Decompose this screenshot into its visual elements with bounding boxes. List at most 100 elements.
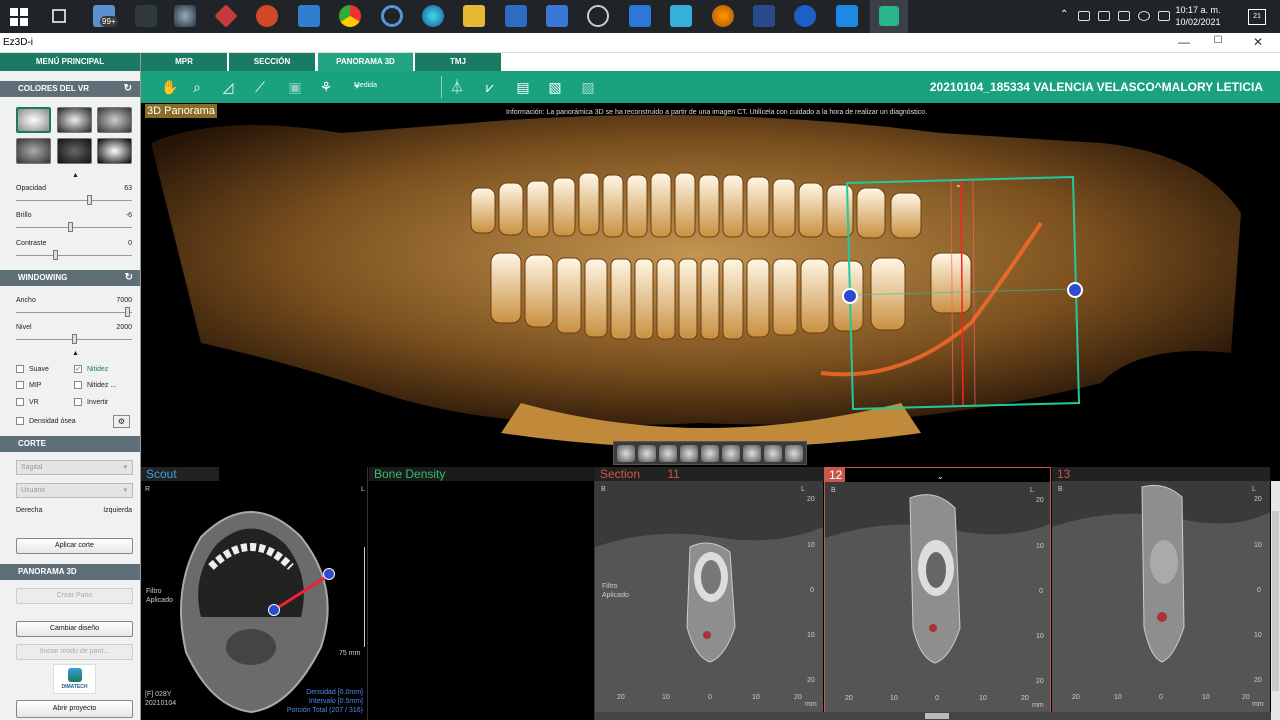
- polyline-icon[interactable]: ⟋: [251, 78, 269, 96]
- edge-icon[interactable]: [422, 5, 444, 27]
- gear-icon[interactable]: ⚙: [113, 415, 130, 428]
- bone-density-checkbox[interactable]: Densidad ósea: [16, 417, 76, 425]
- app-icon[interactable]: [753, 5, 775, 27]
- ez3d-taskbar-button[interactable]: [870, 0, 908, 33]
- app-icon[interactable]: [629, 5, 651, 27]
- vr-preset-dark[interactable]: [57, 138, 92, 164]
- powerpoint-icon[interactable]: [256, 5, 278, 27]
- strip-preset[interactable]: [617, 445, 635, 462]
- bone-density-view[interactable]: Bone Density: [369, 467, 595, 720]
- pan-hand-icon[interactable]: ✋: [161, 78, 179, 96]
- image-icon[interactable]: ▤: [514, 78, 532, 96]
- scrollbar-thumb[interactable]: [925, 713, 949, 719]
- notification-center-icon[interactable]: 21: [1248, 9, 1266, 25]
- user-select[interactable]: Usuario ▾: [16, 483, 133, 498]
- cube-icon[interactable]: ▨: [579, 78, 597, 96]
- strip-preset[interactable]: [701, 445, 719, 462]
- strip-preset[interactable]: [743, 445, 761, 462]
- suave-checkbox[interactable]: Suave: [16, 365, 49, 373]
- network-icon[interactable]: [1118, 11, 1130, 21]
- tab-seccion[interactable]: SECCIÓN: [229, 53, 316, 71]
- app-icon[interactable]: [214, 4, 238, 28]
- clock[interactable]: 10:17 a. m. 10/02/2021: [1168, 4, 1228, 28]
- opacity-slider[interactable]: [16, 200, 132, 201]
- refresh-icon[interactable]: ↻: [124, 81, 132, 97]
- windows-start-icon[interactable]: [10, 8, 28, 26]
- vr-preset-bone[interactable]: [57, 107, 92, 133]
- close-button[interactable]: ✕: [1248, 35, 1268, 49]
- create-pano-button[interactable]: Crear Pano: [16, 588, 133, 604]
- refresh-icon[interactable]: ↻: [125, 270, 133, 286]
- app-icon[interactable]: [546, 5, 568, 27]
- open-project-button[interactable]: Abrir proyecto: [16, 700, 133, 718]
- vr-preset-contrast[interactable]: [97, 138, 132, 164]
- zoom-icon[interactable]: ⌕: [188, 78, 206, 96]
- scout-handle-icon[interactable]: [323, 568, 335, 580]
- vr-preset-tissue[interactable]: [16, 138, 51, 164]
- vr-checkbox[interactable]: VR: [16, 398, 39, 406]
- apply-cut-button[interactable]: Aplicar corte: [16, 538, 133, 554]
- main-menu-button[interactable]: MENÚ PRINCIPAL: [0, 53, 140, 71]
- nitidez-checkbox[interactable]: ✓ Nitidez: [74, 365, 108, 373]
- rotate-handle-left-icon[interactable]: [842, 288, 858, 304]
- collapse-arrow-icon[interactable]: ▲: [72, 350, 79, 357]
- task-view-icon[interactable]: [50, 5, 68, 27]
- section-panel-11[interactable]: B L Filtro Aplicado 20 10 0 10 20 20 10 …: [595, 467, 823, 720]
- fullscreen-mode-button[interactable]: Iniciar modo de pant...: [16, 644, 133, 660]
- screenshot-icon[interactable]: ▧: [546, 78, 564, 96]
- plane-select[interactable]: Sagital ▾: [16, 460, 133, 475]
- opacity-slider-thumb[interactable]: [87, 195, 92, 205]
- strip-preset[interactable]: [659, 445, 677, 462]
- store-icon[interactable]: [298, 5, 320, 27]
- app-icon[interactable]: [794, 5, 816, 27]
- collapse-arrow-icon[interactable]: ▲: [72, 172, 79, 179]
- blender-icon[interactable]: [712, 5, 734, 27]
- section-panel-12[interactable]: 12 ⌄ B L 20 10 0 10 20 20 10 0 10 20 mm: [824, 467, 1051, 720]
- strip-preset[interactable]: [638, 445, 656, 462]
- nitidez-plus-checkbox[interactable]: Nitidez ...: [74, 381, 116, 389]
- strip-preset[interactable]: [680, 445, 698, 462]
- camera-icon[interactable]: ▣: [286, 78, 304, 96]
- width-slider-thumb[interactable]: [125, 307, 130, 317]
- chevron-up-icon[interactable]: ⌃: [1060, 9, 1068, 20]
- tray-icon[interactable]: [1078, 11, 1090, 21]
- contrast-slider[interactable]: [16, 255, 132, 256]
- section-panel-13[interactable]: 13 B L 20 10 0 10 20 20 10 0 10 20 mm: [1052, 467, 1270, 720]
- width-slider[interactable]: [16, 312, 132, 313]
- app-icon[interactable]: [174, 5, 196, 27]
- double-chevron-down-icon[interactable]: ⌄: [955, 180, 962, 189]
- panorama-3d-viewer[interactable]: ⌄ 3D Panorama Información: La panorámica…: [141, 103, 1280, 467]
- level-slider-thumb[interactable]: [72, 334, 77, 344]
- vr-preset-skin[interactable]: [16, 107, 51, 133]
- invertir-checkbox[interactable]: Invertir: [74, 398, 108, 406]
- brightness-slider[interactable]: [16, 227, 132, 228]
- app-icon[interactable]: [587, 5, 609, 27]
- change-layout-button[interactable]: Cambiar diseño: [16, 621, 133, 637]
- strip-preset[interactable]: [785, 445, 803, 462]
- battery-icon[interactable]: [1098, 11, 1110, 21]
- chrome-icon[interactable]: [339, 5, 361, 27]
- app-icon[interactable]: [135, 5, 157, 27]
- measure-dropdown[interactable]: Medida: [354, 82, 377, 89]
- word-icon[interactable]: [505, 5, 527, 27]
- app-icon[interactable]: [836, 5, 858, 27]
- tab-tmj[interactable]: TMJ: [415, 53, 502, 71]
- maximize-button[interactable]: ☐: [1208, 35, 1228, 46]
- vr-preset-skull[interactable]: [97, 107, 132, 133]
- tab-mpr[interactable]: MPR: [141, 53, 228, 71]
- horizontal-scrollbar[interactable]: [595, 712, 1271, 720]
- strip-preset[interactable]: [722, 445, 740, 462]
- mip-checkbox[interactable]: MIP: [16, 381, 41, 389]
- vertical-scrollbar[interactable]: [1271, 481, 1280, 720]
- app-icon[interactable]: [381, 5, 403, 27]
- cephalometric-icon[interactable]: ⏃: [448, 78, 466, 96]
- scout-handle-icon[interactable]: [268, 604, 280, 616]
- scrollbar-thumb[interactable]: [1272, 511, 1279, 691]
- strip-preset[interactable]: [764, 445, 782, 462]
- tooth-tool-icon[interactable]: ⚘: [317, 78, 335, 96]
- wifi-icon[interactable]: [1138, 11, 1150, 21]
- angle-icon[interactable]: ◿: [219, 78, 237, 96]
- minimize-button[interactable]: —: [1174, 35, 1194, 49]
- file-explorer-icon[interactable]: [463, 5, 485, 27]
- brightness-slider-thumb[interactable]: [68, 222, 73, 232]
